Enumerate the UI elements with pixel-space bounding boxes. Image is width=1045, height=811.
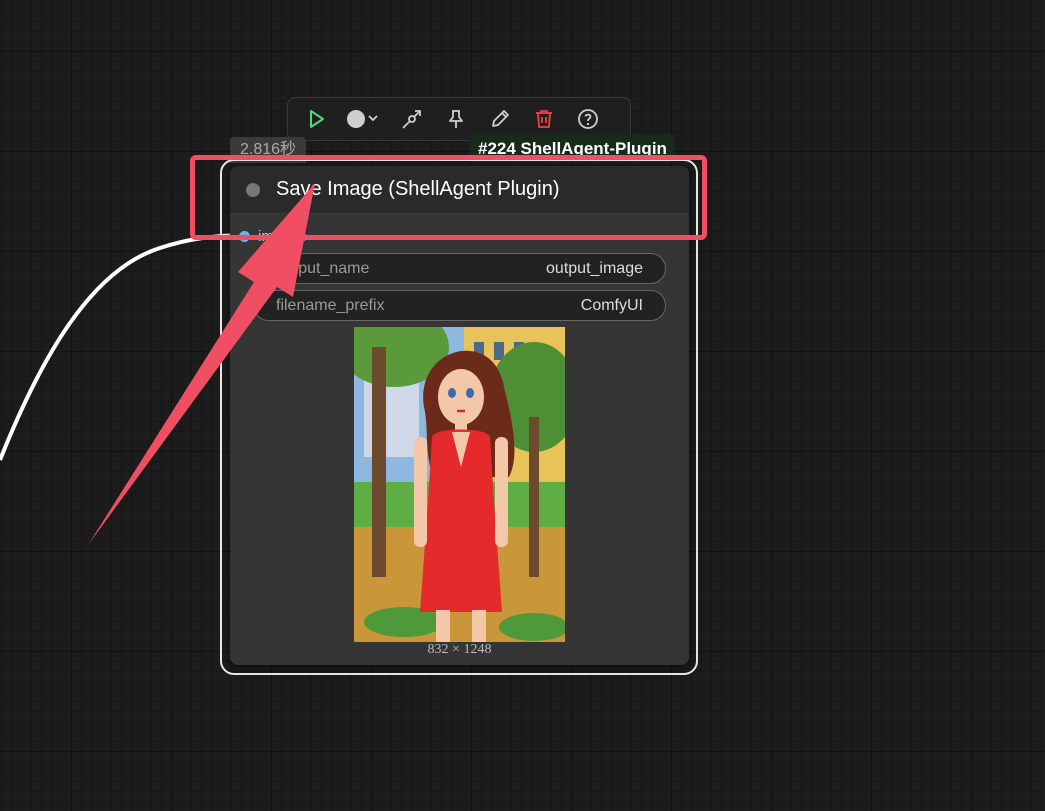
image-dimensions-label: 832 × 1248 [427,642,492,657]
filename-prefix-widget[interactable]: filename_prefix ComfyUI [253,290,666,321]
pin-button[interactable] [436,103,476,135]
input-slot-dot-icon[interactable] [239,231,250,242]
bypass-button[interactable] [392,103,432,135]
widget-label: output_name [276,259,370,277]
generated-image [354,327,565,642]
delete-node-button[interactable] [524,103,564,135]
node-title-bar[interactable]: Save Image (ShellAgent Plugin) [230,166,689,214]
help-icon [578,109,598,129]
widget-label: filename_prefix [276,296,385,314]
run-node-button[interactable] [296,103,336,135]
widget-value: ComfyUI [580,296,643,314]
color-dot-dropdown-icon [347,110,378,128]
edit-title-button[interactable] [480,103,520,135]
trash-icon [536,110,552,128]
collapse-dot-icon[interactable] [246,183,260,197]
bypass-icon [402,110,421,129]
pencil-icon [492,110,509,127]
input-slot-label: images [258,228,307,245]
input-slot-images[interactable]: images [239,228,306,245]
help-button[interactable] [568,103,608,135]
node-color-button[interactable] [340,103,388,135]
node-id-badge: #224 ShellAgent-Plugin [470,134,675,162]
save-image-node[interactable]: Save Image (ShellAgent Plugin) images ou… [230,166,689,665]
pin-icon [449,110,463,128]
widget-value: output_image [546,259,643,277]
output-name-widget[interactable]: output_name output_image [253,253,666,284]
image-preview[interactable] [354,327,565,642]
play-icon [310,110,324,128]
node-title: Save Image (ShellAgent Plugin) [276,178,560,200]
